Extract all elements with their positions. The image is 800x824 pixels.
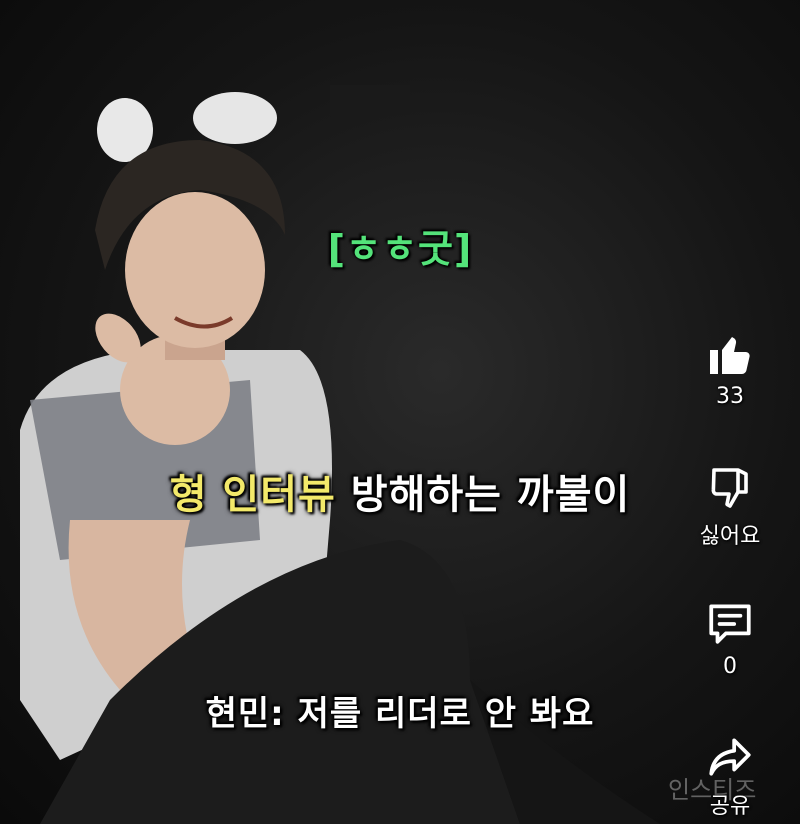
thumbs-up-icon: [710, 337, 750, 374]
like-button[interactable]: 33: [690, 330, 770, 409]
share-icon: [709, 738, 751, 776]
subtitle-rest: 방해하는 까불이: [335, 472, 631, 518]
subtitle-line-1: 형 인터뷰 방해하는 까불이: [0, 462, 800, 520]
subtitle-highlight: 형 인터뷰: [169, 472, 336, 518]
tag-caption: [ㅎㅎ굿]: [327, 227, 473, 271]
like-count: 33: [716, 384, 744, 409]
video-player[interactable]: [ㅎㅎ굿] 형 인터뷰 방해하는 까불이 현민: 저를 리더로 안 봐요 인스티…: [0, 0, 800, 824]
share-button[interactable]: 공유: [690, 732, 770, 820]
dislike-label: 싫어요: [699, 524, 761, 549]
share-label: 공유: [709, 794, 751, 819]
dislike-button[interactable]: 싫어요: [690, 464, 770, 550]
subtitle-line-2: 현민: 저를 리더로 안 봐요: [205, 694, 595, 734]
comment-count: 0: [723, 654, 737, 679]
comment-button[interactable]: 0: [690, 598, 770, 679]
thumbs-down-icon: [711, 468, 748, 508]
comment-icon: [709, 604, 751, 644]
